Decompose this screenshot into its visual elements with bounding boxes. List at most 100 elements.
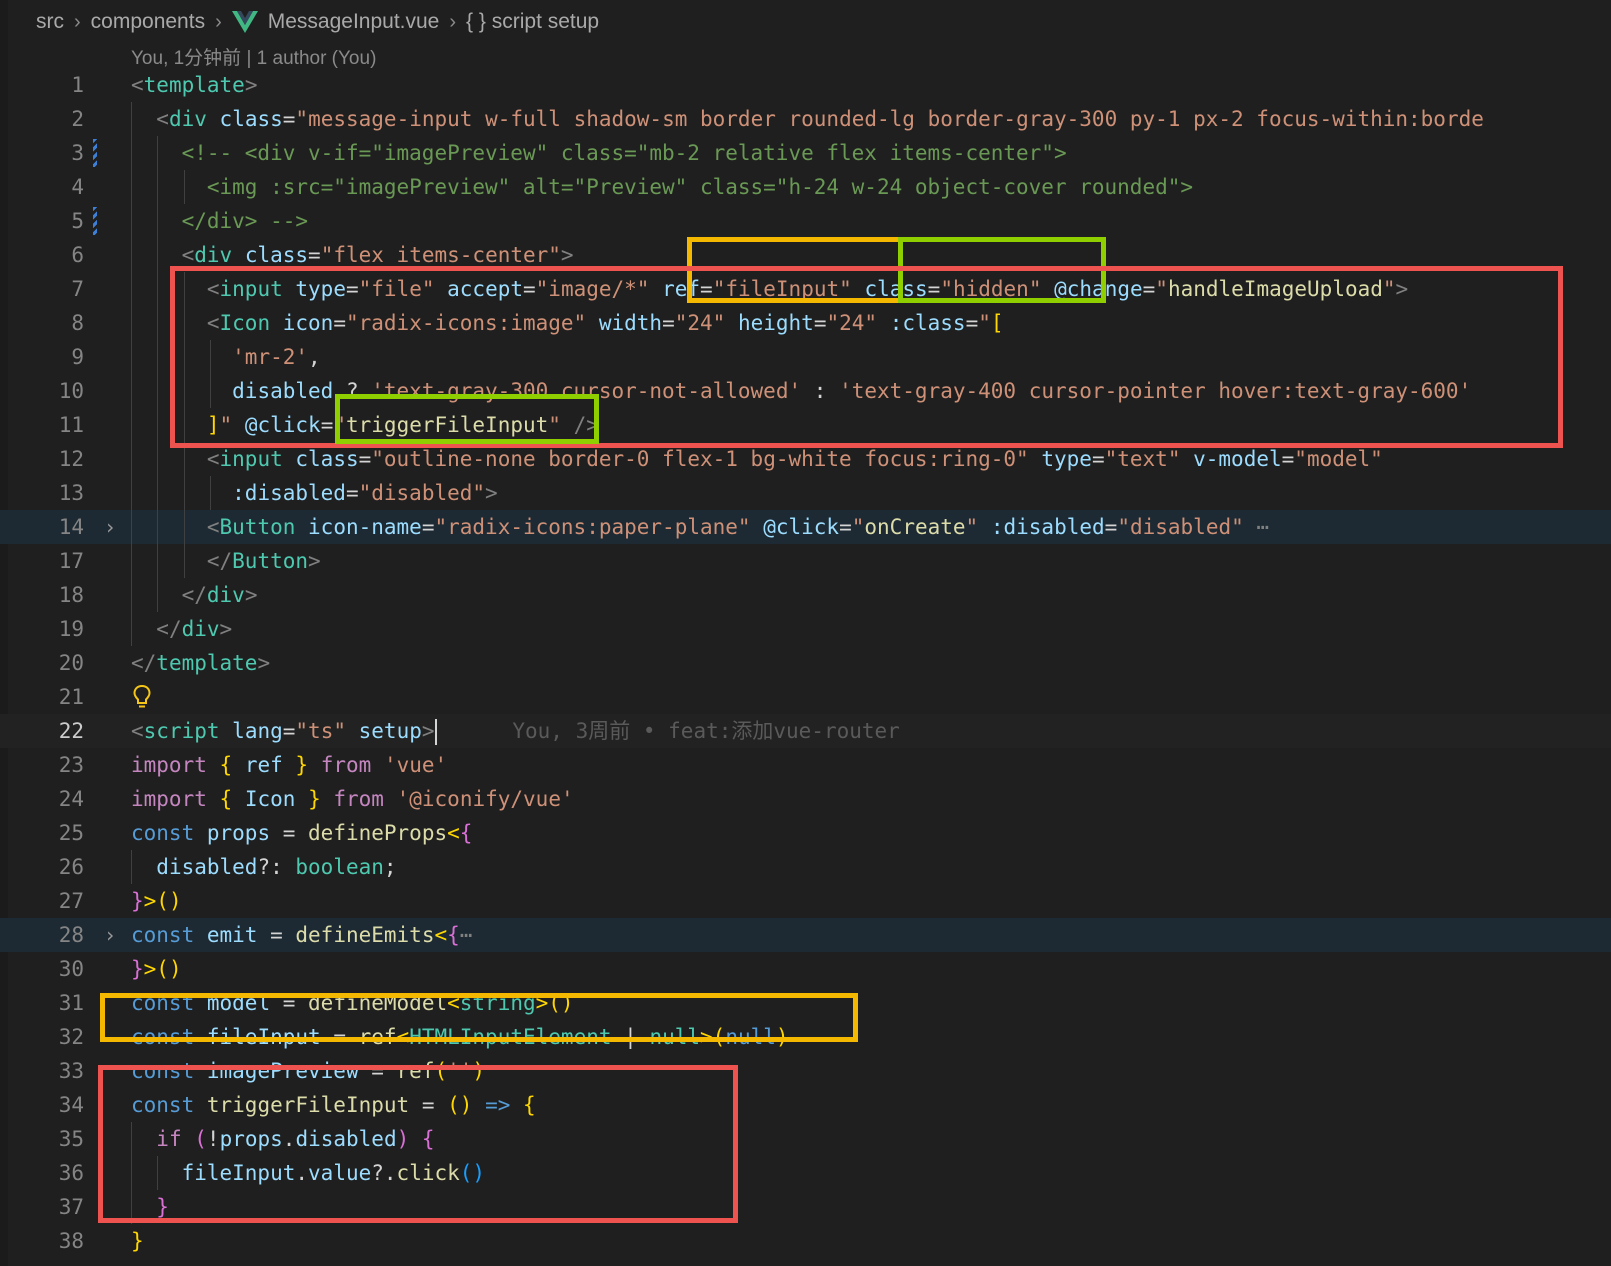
breadcrumb-components[interactable]: components [91, 10, 205, 34]
code-line[interactable]: 28 › const emit = defineEmits<{⋯ [0, 918, 1611, 952]
code-line[interactable]: 7 <input type="file" accept="image/*" re… [0, 272, 1611, 306]
code-line[interactable]: 4 <img :src="imagePreview" alt="Preview"… [0, 170, 1611, 204]
code-text[interactable]: } [131, 1224, 144, 1258]
line-number: 5 [71, 209, 84, 233]
code-line[interactable]: 2 <div class="message-input w-full shado… [0, 102, 1611, 136]
code-text[interactable]: <input class="outline-none border-0 flex… [131, 442, 1383, 476]
code-text[interactable]: 'mr-2', [131, 340, 321, 374]
code-line[interactable]: 31 const model = defineModel<string>() [0, 986, 1611, 1020]
code-text[interactable]: disabled ? 'text-gray-300 cursor-not-all… [131, 374, 1471, 408]
code-line[interactable]: 37 } [0, 1190, 1611, 1224]
git-change-marker[interactable] [93, 207, 97, 235]
code-line[interactable]: 30}>() [0, 952, 1611, 986]
code-text[interactable]: const triggerFileInput = () => { [131, 1088, 536, 1122]
code-text[interactable]: <div class="flex items-center"> [131, 238, 574, 272]
code-line[interactable]: 20 </template> [0, 646, 1611, 680]
code-text[interactable]: <input type="file" accept="image/*" ref=… [131, 272, 1408, 306]
git-blame-annotation[interactable]: You, 3周前 • feat:添加vue-router [437, 719, 899, 743]
code-line[interactable]: 3 <!-- <div v-if="imagePreview" class="m… [0, 136, 1611, 170]
fold-chevron-icon[interactable]: › [104, 918, 116, 952]
code-line[interactable]: 1 <template> [0, 68, 1611, 102]
code-line[interactable]: 24 import { Icon } from '@iconify/vue' [0, 782, 1611, 816]
code-line[interactable]: 5 </div> --> [0, 204, 1611, 238]
code-text[interactable]: <script lang="ts" setup> You, 3周前 • feat… [131, 714, 900, 748]
code-text[interactable]: </template> [131, 646, 270, 680]
code-text[interactable]: import { ref } from 'vue' [131, 748, 447, 782]
code-line[interactable]: 21 [0, 680, 1611, 714]
code-line[interactable]: 36 fileInput.value?.click() [0, 1156, 1611, 1190]
code-text[interactable]: fileInput.value?.click() [131, 1156, 485, 1190]
code-text[interactable]: <Button icon-name="radix-icons:paper-pla… [131, 510, 1269, 544]
code-text[interactable]: const fileInput = ref<HTMLInputElement |… [131, 1020, 789, 1054]
code-line[interactable]: 34 const triggerFileInput = () => { [0, 1088, 1611, 1122]
breadcrumb-src[interactable]: src [36, 10, 64, 34]
code-text[interactable]: }>() [131, 952, 182, 986]
code-line[interactable]: 22 <script lang="ts" setup> You, 3周前 • fe… [0, 714, 1611, 748]
code-text[interactable]: import { Icon } from '@iconify/vue' [131, 782, 574, 816]
code-text[interactable]: </Button> [131, 544, 321, 578]
code-token: "disabled" [358, 481, 486, 505]
code-line[interactable]: 8 <Icon icon="radix-icons:image" width="… [0, 306, 1611, 340]
code-text[interactable]: const props = defineProps<{ [131, 816, 472, 850]
code-line[interactable]: 9 'mr-2', [0, 340, 1611, 374]
code-text[interactable]: <img :src="imagePreview" alt="Preview" c… [131, 170, 1193, 204]
code-text[interactable]: :disabled="disabled"> [131, 476, 498, 510]
code-line[interactable]: 14 › <Button icon-name="radix-icons:paper… [0, 510, 1611, 544]
code-text[interactable]: <Icon icon="radix-icons:image" width="24… [131, 306, 1004, 340]
code-line[interactable]: 26 disabled?: boolean; [0, 850, 1611, 884]
breadcrumb-symbol[interactable]: { } script setup [466, 10, 599, 34]
code-text[interactable]: }>() [131, 884, 182, 918]
code-line[interactable]: 18 </div> [0, 578, 1611, 612]
code-editor[interactable]: 1 <template> 2 <div class="message-input w… [0, 68, 1611, 1258]
code-token: defineProps [308, 821, 448, 845]
breadcrumb-file[interactable]: MessageInput.vue [268, 10, 440, 34]
code-token: disabled [295, 1127, 397, 1151]
code-text[interactable]: </div> [131, 612, 232, 646]
code-text[interactable]: const model = defineModel<string>() [131, 986, 574, 1020]
code-token: { [421, 1127, 435, 1151]
git-change-marker[interactable] [93, 139, 97, 167]
code-line[interactable]: 6 <div class="flex items-center"> [0, 238, 1611, 272]
code-token: ref [396, 1059, 435, 1083]
code-line[interactable]: 10 disabled ? 'text-gray-300 cursor-not-… [0, 374, 1611, 408]
code-token: </div> --> [181, 209, 309, 233]
code-line[interactable]: 12 <input class="outline-none border-0 f… [0, 442, 1611, 476]
code-text[interactable]: <div class="message-input w-full shadow-… [131, 102, 1484, 136]
code-line[interactable]: 33 const imagePreview = ref('') [0, 1054, 1611, 1088]
code-token: emit [206, 923, 258, 947]
code-line[interactable]: 11 ]" @click="triggerFileInput" /> [0, 408, 1611, 442]
code-text[interactable]: </div> [131, 578, 258, 612]
code-line[interactable]: 38} [0, 1224, 1611, 1258]
code-token: "text" [1104, 447, 1181, 471]
line-number: 24 [58, 787, 84, 811]
line-number: 14 [58, 515, 84, 539]
code-line[interactable]: 19 </div> [0, 612, 1611, 646]
code-text[interactable]: const imagePreview = ref('') [131, 1054, 485, 1088]
code-text[interactable]: ]" @click="triggerFileInput" /> [131, 408, 599, 442]
fold-chevron-icon[interactable]: › [104, 510, 116, 544]
code-line[interactable]: 35 if (!props.disabled) { [0, 1122, 1611, 1156]
code-text[interactable]: } [131, 1190, 169, 1224]
code-line[interactable]: 32 const fileInput = ref<HTMLInputElement… [0, 1020, 1611, 1054]
code-text[interactable]: </div> --> [131, 204, 308, 238]
code-token: ! [206, 1127, 220, 1151]
code-token: < [181, 243, 195, 267]
code-token: "radix-icons:image" [345, 311, 587, 335]
code-line[interactable]: 17 </Button> [0, 544, 1611, 578]
code-text[interactable]: disabled?: boolean; [131, 850, 396, 884]
code-line[interactable]: 13 :disabled="disabled"> [0, 476, 1611, 510]
code-text[interactable]: const emit = defineEmits<{⋯ [131, 918, 472, 952]
code-line[interactable]: 25 const props = defineProps<{ [0, 816, 1611, 850]
code-text[interactable]: if (!props.disabled) { [131, 1122, 435, 1156]
code-line[interactable]: 27}>() [0, 884, 1611, 918]
code-token: width [598, 311, 663, 335]
code-text[interactable]: <template> [131, 68, 257, 102]
line-number: 21 [58, 685, 84, 709]
code-line[interactable]: 23 import { ref } from 'vue' [0, 748, 1611, 782]
lightbulb-icon[interactable] [133, 684, 151, 710]
code-token: = [270, 821, 309, 845]
code-text[interactable]: <!-- <div v-if="imagePreview" class="mb-… [131, 136, 1067, 170]
